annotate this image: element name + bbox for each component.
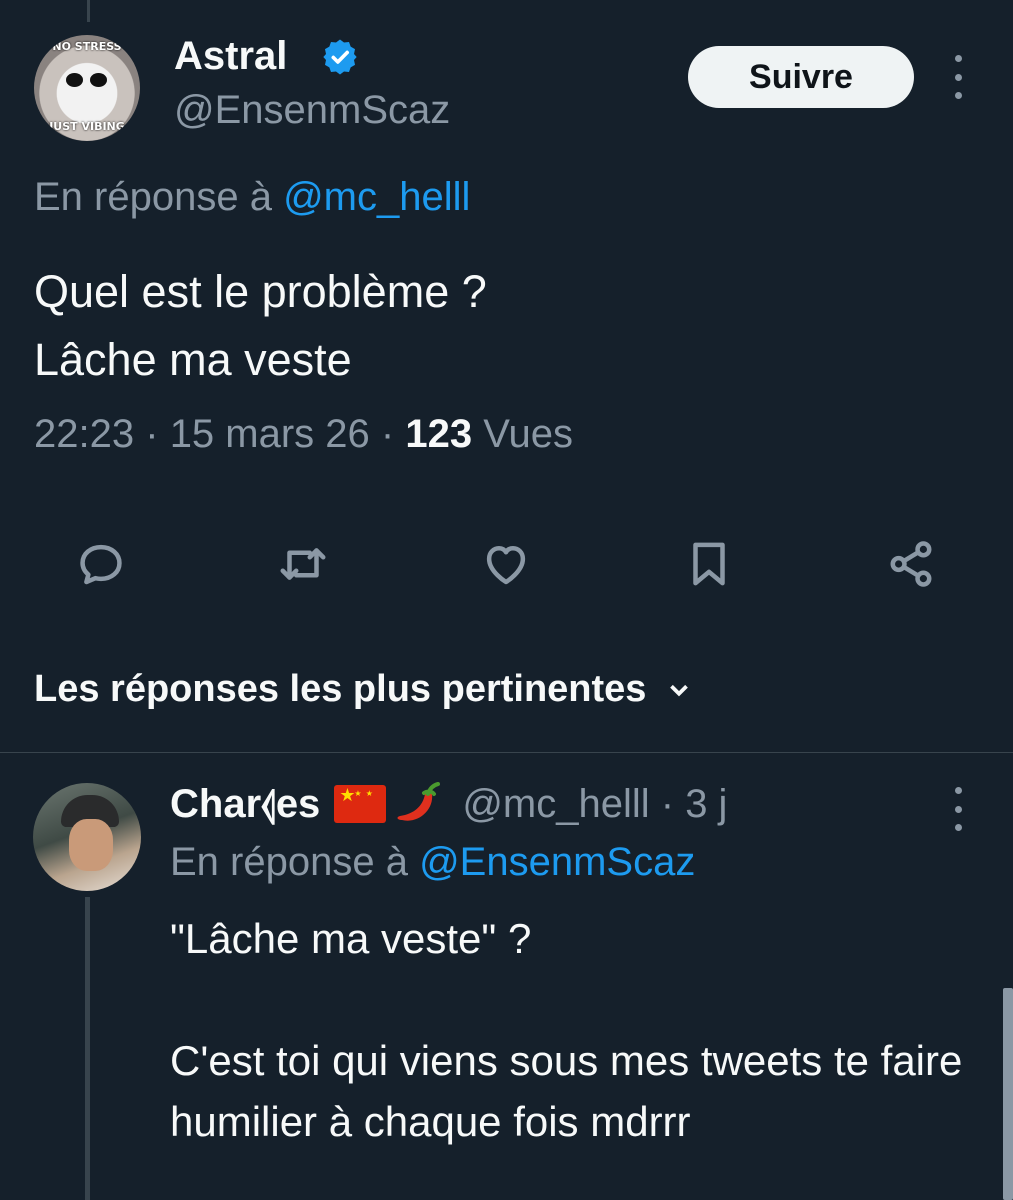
views-count: 123 bbox=[405, 412, 473, 456]
tweet-time[interactable]: 22:23 bbox=[34, 412, 134, 456]
china-flag-icon bbox=[334, 785, 387, 823]
reply-paragraph: "Lâche ma veste" ? bbox=[170, 915, 532, 962]
reply-paragraph: C'est toi qui viens sous mes tweets te f… bbox=[170, 1037, 963, 1145]
thread-connector bbox=[87, 0, 90, 22]
tweet-date[interactable]: 15 mars 26 bbox=[170, 412, 370, 456]
tweet-meta: 22:23 · 15 mars 26 · 123 Vues bbox=[34, 412, 573, 457]
more-options-icon[interactable] bbox=[952, 55, 964, 99]
author-name[interactable]: Astral bbox=[174, 34, 287, 79]
avatar-caption-bottom: JUST VIBING bbox=[49, 120, 125, 133]
views-label: Vues bbox=[483, 412, 573, 456]
divider bbox=[0, 752, 1013, 753]
reply-header: Char⦉es @mc_helll · 3 j bbox=[170, 780, 727, 828]
author-handle[interactable]: @EnsenmScaz bbox=[174, 88, 450, 133]
separator-dot: · bbox=[649, 781, 686, 826]
chevron-down-icon bbox=[670, 684, 689, 696]
replying-mention-link[interactable]: @mc_helll bbox=[283, 175, 470, 219]
bookmark-icon[interactable] bbox=[682, 537, 736, 591]
scrollbar[interactable] bbox=[1003, 988, 1013, 1200]
reply-author-name[interactable]: Char⦉es bbox=[170, 782, 320, 827]
reply-sort-toggle[interactable]: Les réponses les plus pertinentes bbox=[34, 668, 694, 711]
sort-label: Les réponses les plus pertinentes bbox=[34, 668, 647, 710]
replying-prefix: En réponse à bbox=[34, 175, 272, 219]
follow-button[interactable]: Suivre bbox=[688, 46, 914, 108]
avatar-caption-top: NO STRESS bbox=[52, 40, 122, 53]
reply-author-handle[interactable]: @mc_helll bbox=[462, 782, 649, 827]
reply-text: "Lâche ma veste" ? C'est toi qui viens s… bbox=[170, 908, 990, 1152]
separator-dot: · bbox=[145, 412, 159, 456]
reply-replying-to: En réponse à @EnsenmScaz bbox=[170, 840, 695, 885]
like-icon[interactable] bbox=[479, 537, 533, 591]
retweet-icon[interactable] bbox=[276, 537, 330, 591]
tweet-text-line: Lâche ma veste bbox=[34, 334, 352, 385]
chili-pepper-icon bbox=[397, 782, 441, 821]
tweet-text-line: Quel est le problème ? bbox=[34, 266, 487, 317]
replying-prefix: En réponse à bbox=[170, 840, 408, 884]
share-icon[interactable] bbox=[884, 537, 938, 591]
reply-icon[interactable] bbox=[74, 537, 128, 591]
author-avatar[interactable]: NO STRESS JUST VIBING bbox=[34, 35, 140, 141]
replying-mention-link[interactable]: @EnsenmScaz bbox=[419, 840, 695, 884]
reply-age[interactable]: 3 j bbox=[685, 782, 727, 827]
separator-dot: · bbox=[380, 412, 395, 456]
avatar-face bbox=[69, 819, 113, 871]
avatar-sunglasses bbox=[66, 73, 108, 87]
verified-badge-icon bbox=[323, 39, 357, 75]
reply-author-avatar[interactable] bbox=[33, 783, 141, 891]
replying-to: En réponse à @mc_helll bbox=[34, 175, 470, 220]
thread-connector bbox=[85, 897, 90, 1200]
more-options-icon[interactable] bbox=[952, 787, 964, 831]
tweet-text: Quel est le problème ? Lâche ma veste bbox=[34, 258, 487, 394]
